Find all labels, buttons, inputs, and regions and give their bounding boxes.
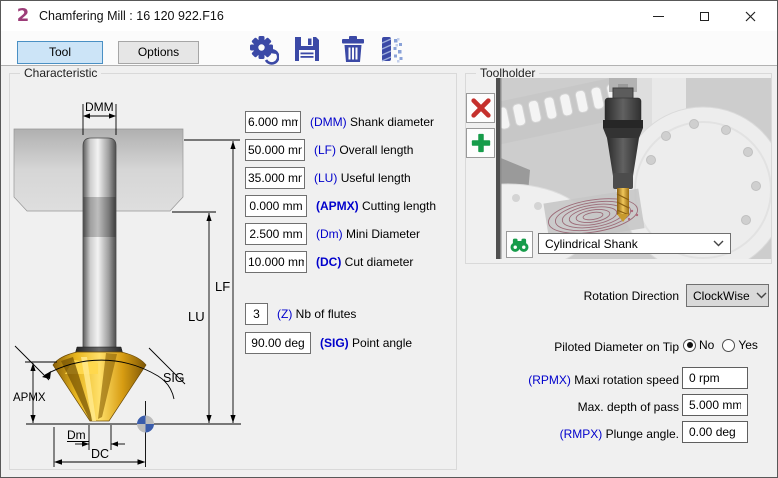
field-row-dmm: (DMM) Shank diameter (245, 111, 434, 133)
app-logo: 2 (13, 6, 33, 26)
minimize-icon (653, 16, 664, 17)
rpmx-label: (RPMX) Maxi rotation speed (481, 373, 679, 387)
rotation-direction-label: Rotation Direction (481, 289, 679, 303)
piloted-radio-no[interactable]: No (683, 338, 714, 352)
lu-code: (LU) (314, 171, 337, 185)
red-x-icon (470, 97, 492, 119)
field-row-lu: (LU) Useful length (245, 167, 411, 189)
trash-icon[interactable] (337, 33, 369, 65)
field-row-dm: (Dm) Mini Diameter (245, 223, 420, 245)
plus-icon (470, 132, 492, 154)
dmm-input[interactable] (245, 111, 301, 133)
field-row-sig: (SIG) Point angle (245, 332, 412, 354)
dim-label-dc: DC (91, 447, 109, 461)
rpmx-code: (RPMX) (528, 373, 571, 387)
plunge-angle-input[interactable] (682, 421, 748, 443)
dmm-label: Shank diameter (350, 115, 434, 129)
window-title: Chamfering Mill : 16 120 922.F16 (39, 9, 224, 23)
tab-tool[interactable]: Tool (17, 41, 103, 64)
rmpx-code: (RMPX) (560, 427, 603, 441)
depth-of-pass-input[interactable] (682, 394, 748, 416)
minimize-button[interactable] (635, 1, 681, 31)
piloted-radio-no-label: No (699, 338, 714, 352)
shank-shape (83, 138, 116, 353)
titlebar: 2 Chamfering Mill : 16 120 922.F16 (1, 1, 777, 31)
shank-type-dropdown[interactable]: Cylindrical Shank (538, 233, 731, 254)
field-row-dc: (DC) Cut diameter (245, 251, 413, 273)
save-icon[interactable] (291, 33, 323, 65)
chevron-down-icon (713, 240, 724, 247)
toolholder-preview-image (496, 78, 771, 259)
dmm-code: (DMM) (310, 115, 347, 129)
piloted-diameter-label: Piloted Diameter on Tip (481, 340, 679, 354)
piloted-diameter-radio-group: No Yes (683, 338, 758, 352)
close-button[interactable] (727, 1, 773, 31)
field-row-apmx: (APMX) Cutting length (245, 195, 436, 217)
add-toolholder-button[interactable] (466, 128, 495, 158)
origin-marker-icon (137, 416, 154, 433)
radio-selected-icon (683, 339, 696, 352)
maximize-button[interactable] (681, 1, 727, 31)
dc-code: (DC) (316, 255, 341, 269)
sig-code: (SIG) (320, 336, 349, 350)
piloted-radio-yes[interactable]: Yes (722, 338, 758, 352)
flutes-input[interactable] (245, 303, 268, 325)
dm-input[interactable] (245, 223, 307, 245)
tab-options[interactable]: Options (118, 41, 199, 64)
dm-code: (Dm) (316, 227, 343, 241)
radio-unselected-icon (722, 339, 735, 352)
z-code: (Z) (277, 307, 292, 321)
depth-of-pass-label: Max. depth of pass (481, 400, 679, 414)
simulation-icon[interactable] (375, 33, 407, 65)
apmx-label: Cutting length (362, 199, 436, 213)
characteristic-group-label: Characteristic (20, 66, 101, 80)
search-toolholder-button[interactable] (506, 231, 533, 258)
field-row-z: (Z) Nb of flutes (245, 303, 356, 325)
field-row-lf: (LF) Overall length (245, 139, 413, 161)
rotation-direction-value: ClockWise (693, 289, 750, 303)
lf-input[interactable] (245, 139, 305, 161)
sig-label: Point angle (352, 336, 412, 350)
piloted-radio-yes-label: Yes (738, 338, 758, 352)
window-controls (635, 1, 773, 31)
dim-label-lu: LU (188, 309, 205, 324)
chevron-down-icon (756, 292, 767, 299)
tool-definition-window: 2 Chamfering Mill : 16 120 922.F16 Tool … (0, 0, 778, 478)
sig-input[interactable] (245, 332, 311, 354)
rotation-direction-dropdown[interactable]: ClockWise (686, 284, 769, 307)
rpmx-label-text: Maxi rotation speed (574, 373, 679, 387)
max-rotation-speed-input[interactable] (682, 367, 748, 389)
apmx-code: (APMX) (316, 199, 359, 213)
dim-label-sig: SIG (163, 371, 185, 385)
lf-label: Overall length (339, 143, 413, 157)
apmx-input[interactable] (245, 195, 307, 217)
dim-label-dmm: DMM (85, 100, 114, 114)
z-label: Nb of flutes (296, 307, 357, 321)
binoculars-icon (509, 234, 530, 255)
dc-label: Cut diameter (345, 255, 414, 269)
rmpx-label: (RMPX) Plunge angle. (481, 427, 679, 441)
tool-diagram: DMM LF LU APMX SIG Dm (9, 91, 249, 471)
maximize-icon (700, 12, 709, 21)
dim-label-apmx: APMX (13, 392, 46, 404)
close-icon (745, 11, 756, 22)
lu-input[interactable] (245, 167, 305, 189)
window-chrome: 2 Chamfering Mill : 16 120 922.F16 Tool … (1, 1, 777, 66)
lf-code: (LF) (314, 143, 336, 157)
rmpx-label-text: Plunge angle. (606, 427, 679, 441)
dim-label-dm: Dm (67, 428, 86, 442)
dc-input[interactable] (245, 251, 307, 273)
shank-type-value: Cylindrical Shank (545, 237, 638, 251)
lu-label: Useful length (341, 171, 411, 185)
dim-label-lf: LF (215, 279, 230, 294)
gear-refresh-icon[interactable] (247, 33, 279, 65)
delete-toolholder-button[interactable] (466, 93, 495, 123)
dm-label: Mini Diameter (346, 227, 420, 241)
